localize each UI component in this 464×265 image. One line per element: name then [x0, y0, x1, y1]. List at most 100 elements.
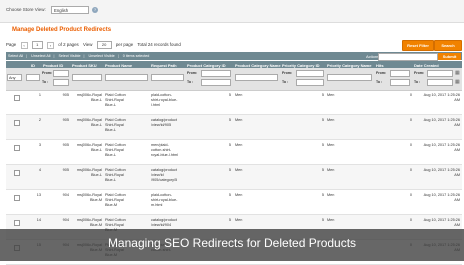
- select-visible-link[interactable]: Select Visible: [58, 54, 80, 58]
- table-row[interactable]: 1 905 msj006c-Royal Blue-L Plaid Cotton Shir…: [6, 90, 462, 115]
- col-priority-category-id[interactable]: Priority Category ID: [282, 63, 320, 68]
- cell-line: m.html: [151, 203, 163, 207]
- cell-line: AM: [454, 123, 460, 127]
- total-records: Total 24 records found: [137, 42, 181, 48]
- date-to-label: To :: [414, 80, 421, 84]
- priid-to-label: To :: [282, 80, 289, 84]
- cell-cat-name: Men: [235, 118, 243, 122]
- col-product-category-name[interactable]: Product Category Name: [235, 63, 281, 68]
- date-to-input[interactable]: [427, 79, 453, 86]
- cell-cat-name: Men: [235, 93, 243, 97]
- row-checkbox[interactable]: [14, 195, 20, 201]
- cell-pid: 905: [62, 93, 69, 97]
- page-input[interactable]: 1: [31, 41, 43, 49]
- cell-cat-id: 5: [228, 118, 231, 122]
- cell-date: Aug 10, 2017 1:25:26AM: [414, 193, 460, 203]
- cell-path: plaid-cotton-shirt-royal-blue-l.html: [151, 93, 185, 108]
- table-row[interactable]: 2 905 msj006c-Royal Blue-L Plaid Cotton Shir…: [6, 115, 462, 140]
- col-id[interactable]: ID: [31, 63, 35, 68]
- cell-name: Plaid CottonShirt-RoyalBlue-M: [105, 193, 148, 208]
- cell-pri-name: Men: [327, 143, 335, 147]
- table-row[interactable]: 3 905 msj006c-Royal Blue-L Plaid Cotton Shir…: [6, 140, 462, 165]
- unselect-all-link[interactable]: Unselect All: [31, 54, 50, 58]
- help-icon[interactable]: ?: [92, 7, 98, 13]
- massaction-bar: Select All | Unselect All | Select Visible…: [6, 52, 462, 61]
- id-filter-input[interactable]: [26, 74, 40, 81]
- catid-from-input[interactable]: [201, 70, 231, 77]
- catid-to-input[interactable]: [201, 79, 231, 86]
- pid-from-label: From:: [42, 71, 53, 75]
- cell-cat-id: 5: [228, 93, 231, 97]
- calendar-icon[interactable]: ▦: [455, 79, 460, 85]
- table-row[interactable]: 4 905 msj006c-Royal Blue-L Plaid Cotton Shir…: [6, 165, 462, 190]
- catname-filter-input[interactable]: [235, 74, 278, 81]
- hits-from-label: From:: [376, 71, 387, 75]
- store-view-select[interactable]: English: [51, 6, 89, 14]
- hits-to-input[interactable]: [390, 79, 410, 86]
- priid-to-input[interactable]: [296, 79, 324, 86]
- submit-button[interactable]: Submit: [438, 52, 461, 60]
- row-checkbox[interactable]: [14, 95, 20, 101]
- col-priority-category-name[interactable]: Priority Category Name: [327, 63, 371, 68]
- name-filter-input[interactable]: [105, 74, 148, 81]
- row-checkbox[interactable]: [14, 145, 20, 151]
- row-checkbox[interactable]: [14, 120, 20, 126]
- sku-filter-input[interactable]: [72, 74, 102, 81]
- grid-header: ID Product ID Product SKU Product Name R…: [6, 61, 462, 68]
- cell-path: plaid-cotton-shirt-royal-blue-m.html: [151, 193, 185, 208]
- cell-id: 3: [38, 143, 41, 147]
- col-request-path[interactable]: Request Path: [151, 63, 177, 68]
- col-hits[interactable]: Hits: [376, 63, 384, 68]
- any-select[interactable]: Any: [7, 74, 22, 81]
- cell-pri-id: 5: [321, 93, 324, 97]
- search-button[interactable]: Search: [434, 40, 462, 51]
- pager: Page ‹ 1 › of 2 pages View 20 per page T…: [6, 41, 184, 49]
- cell-path: men/plaid-cotton-shirt-royal-blue-l.html: [151, 143, 185, 158]
- cell-cat-id: 5: [228, 218, 231, 222]
- cell-id: 1: [38, 93, 41, 97]
- cell-id: 13: [36, 193, 41, 197]
- cell-line: AM: [454, 223, 460, 227]
- cell-pri-name: Men: [327, 93, 335, 97]
- filter-row: Any From: To : From: To : From: To : Fro…: [6, 68, 462, 91]
- store-view-label: Choose Store View:: [6, 7, 46, 12]
- cell-pid: 905: [62, 168, 69, 172]
- cell-sku: msj006c-Royal Blue-M: [76, 218, 102, 227]
- reset-filter-button[interactable]: Reset Filter: [402, 40, 434, 51]
- select-all-link[interactable]: Select All: [8, 54, 23, 58]
- cell-cat-name: Men: [235, 143, 243, 147]
- cell-name: Plaid Cotton Shirt-Royal Blue-L: [105, 93, 148, 108]
- cell-line: l.html: [151, 103, 161, 107]
- cell-line: /905/category/5: [151, 178, 178, 182]
- per-page-select[interactable]: 20: [96, 41, 112, 49]
- prev-page-icon[interactable]: ‹: [20, 41, 28, 49]
- date-from-input[interactable]: [427, 70, 453, 77]
- col-date-created[interactable]: Date Created: [414, 63, 439, 68]
- cell-pri-id: 5: [321, 118, 324, 122]
- cell-line: AM: [454, 198, 460, 202]
- catid-to-label: To :: [187, 80, 194, 84]
- col-product-id[interactable]: Product ID: [43, 63, 63, 68]
- cell-date: Aug 10, 2017 1:25:26AM: [414, 218, 460, 228]
- row-checkbox[interactable]: [14, 220, 20, 226]
- cell-pri-id: 5: [321, 218, 324, 222]
- col-product-category-id[interactable]: Product Category ID: [187, 63, 226, 68]
- pid-from-input[interactable]: [53, 70, 69, 77]
- next-page-icon[interactable]: ›: [46, 41, 54, 49]
- cell-pri-id: 5: [321, 143, 324, 147]
- cell-path: catalog/product/view/id/905: [151, 118, 185, 128]
- priid-from-input[interactable]: [296, 70, 324, 77]
- col-product-sku[interactable]: Product SKU: [72, 63, 97, 68]
- unselect-visible-link[interactable]: Unselect Visible: [89, 54, 115, 58]
- cell-cat-id: 5: [228, 193, 231, 197]
- calendar-icon[interactable]: ▦: [455, 70, 460, 76]
- pid-to-input[interactable]: [53, 79, 69, 86]
- path-filter-input[interactable]: [151, 74, 184, 81]
- col-product-name[interactable]: Product Name: [105, 63, 132, 68]
- row-checkbox[interactable]: [14, 170, 20, 176]
- actions-select[interactable]: [378, 53, 438, 61]
- cell-sku: msj006c-Royal Blue-L: [76, 93, 102, 102]
- priname-filter-input[interactable]: [327, 74, 372, 81]
- hits-from-input[interactable]: [390, 70, 410, 77]
- table-row[interactable]: 13 904 msj006c-Royal Blue-M Plaid Cotton Shi…: [6, 190, 462, 215]
